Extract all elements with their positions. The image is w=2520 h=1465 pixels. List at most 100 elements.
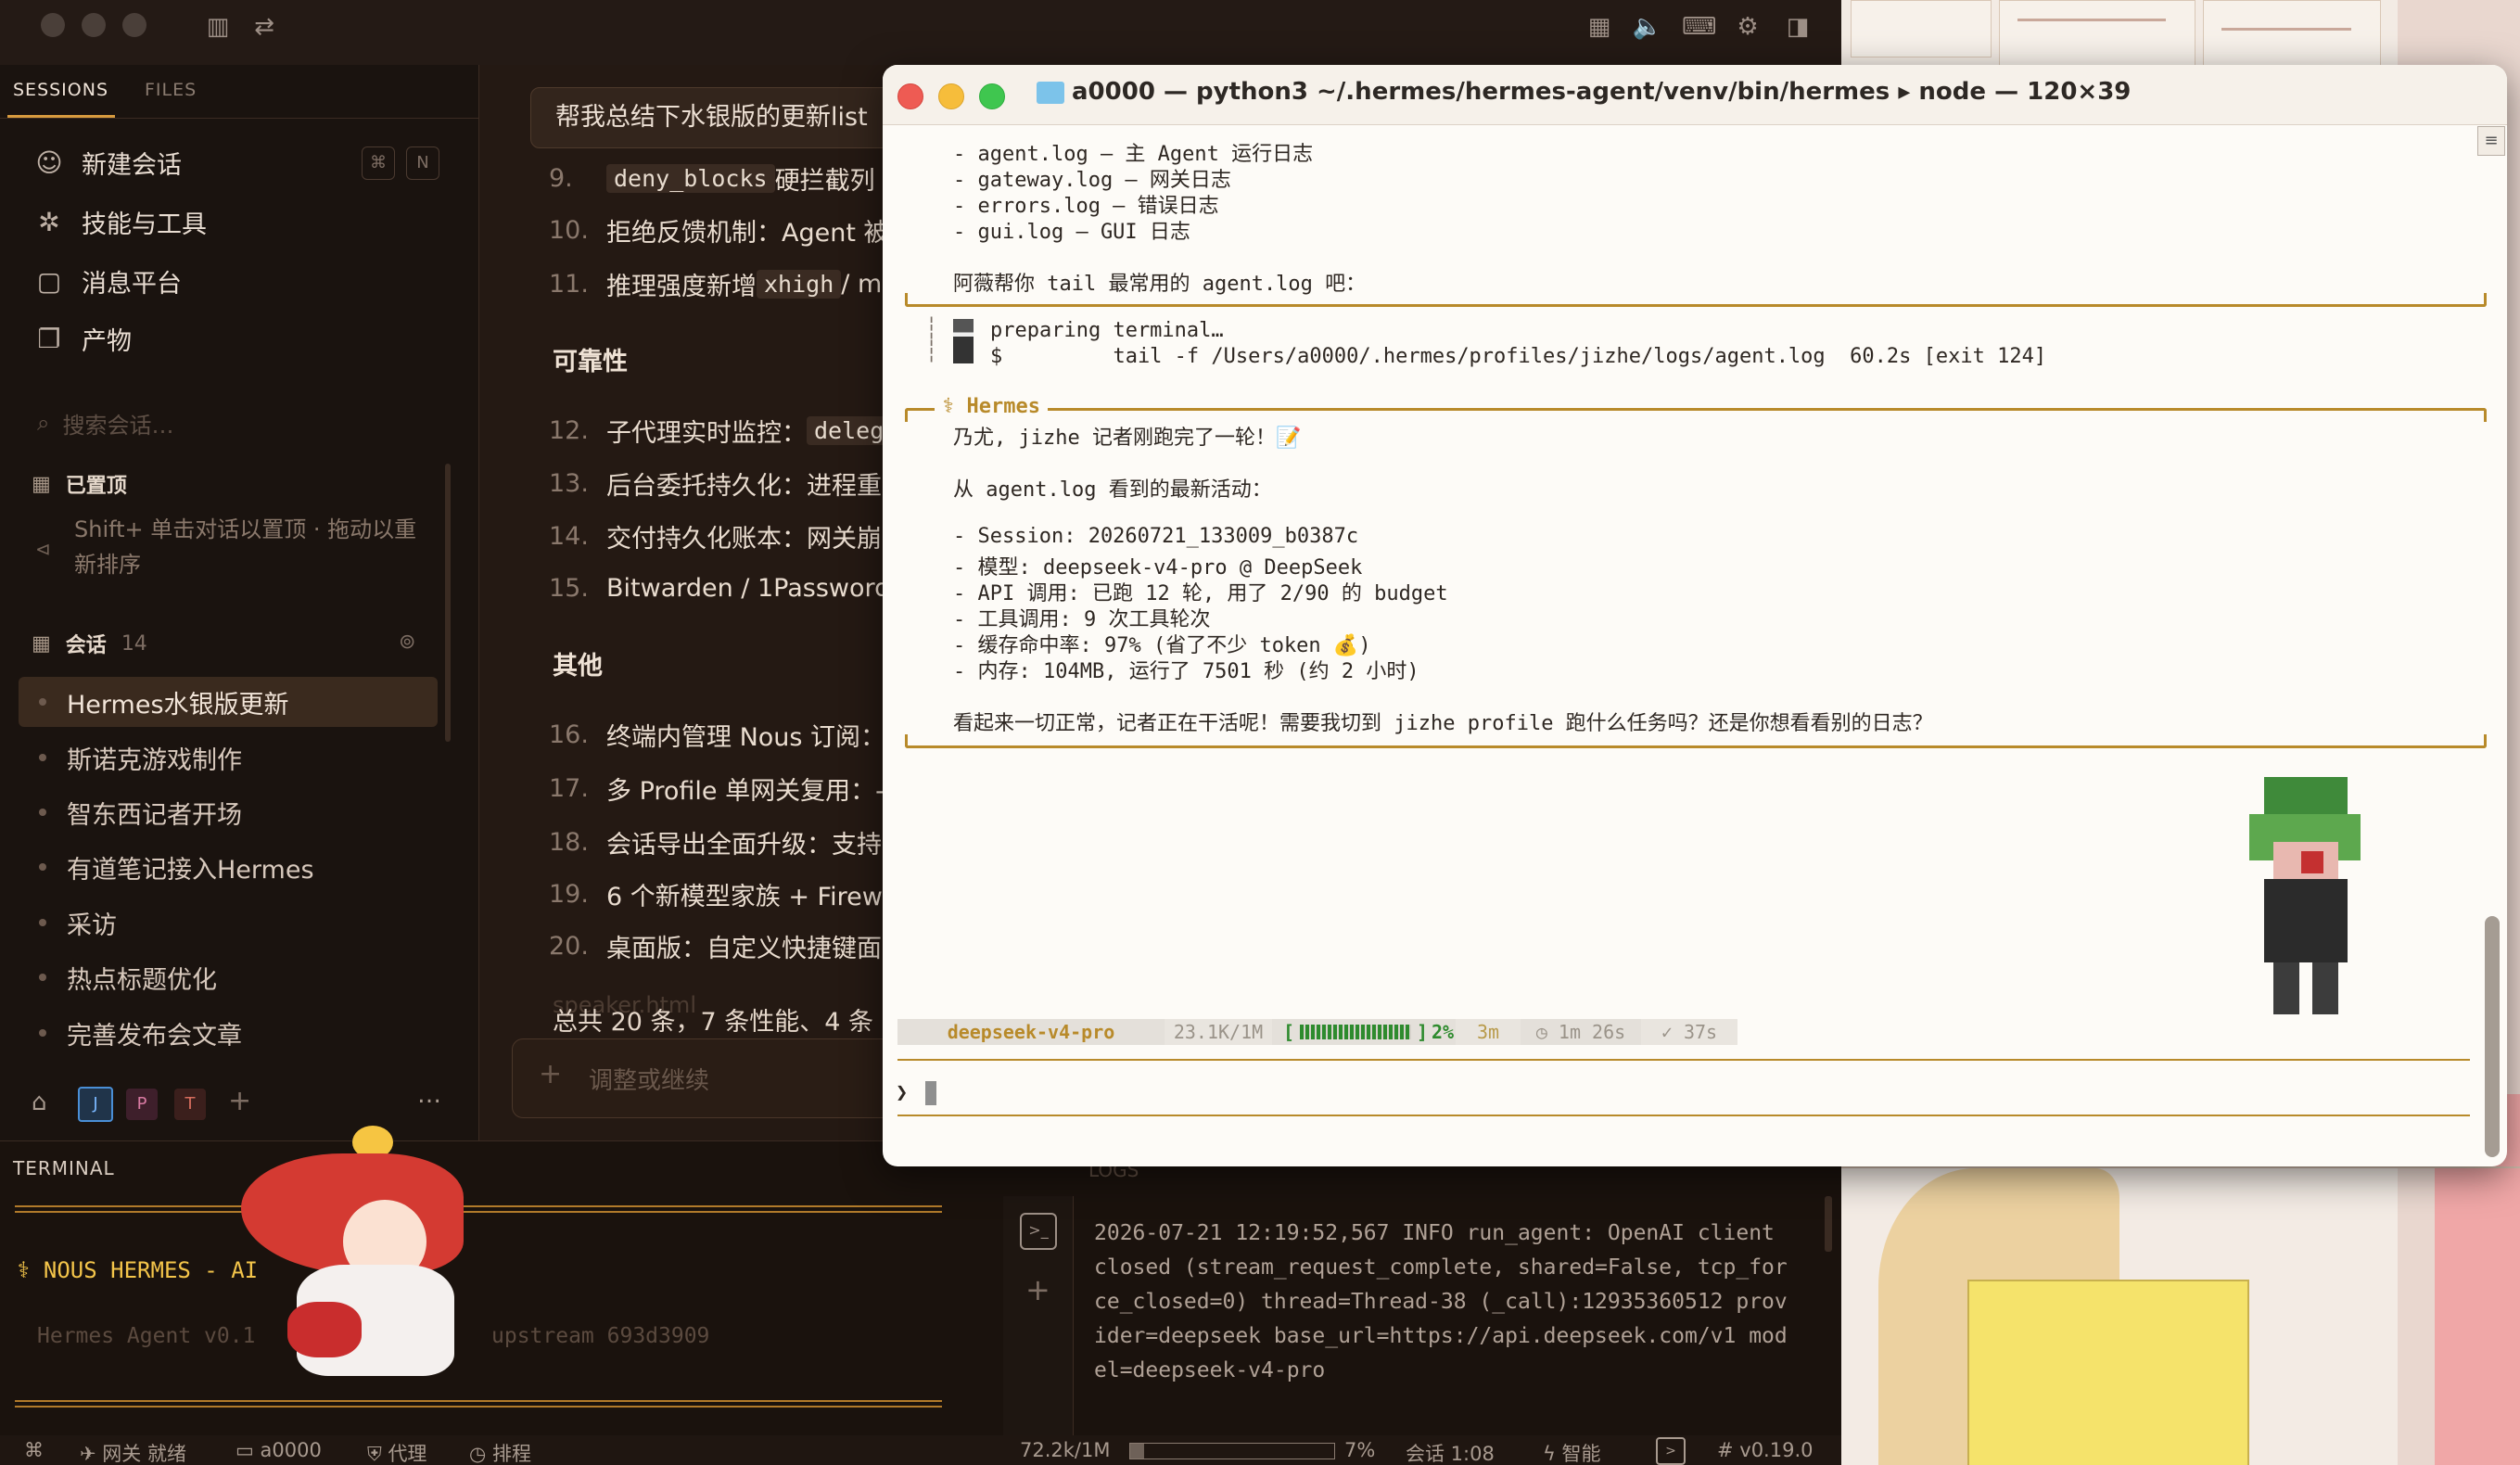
swap-icon[interactable]: ⇄ <box>248 11 280 43</box>
session-item[interactable]: 有道笔记接入Hermes <box>19 842 438 892</box>
session-item[interactable]: 智东西记者开场 <box>19 787 438 837</box>
nav-skills-tools[interactable]: ✲ 技能与工具 <box>33 198 207 245</box>
shortcut-n-key: N <box>406 146 439 180</box>
logs-scrollbar[interactable] <box>1825 1196 1832 1252</box>
profile-t[interactable]: T <box>174 1089 206 1120</box>
elapsed-status: 3m <box>1456 1019 1521 1045</box>
smart-mode[interactable]: ϟ 智能 <box>1543 1439 1601 1465</box>
nav-label: 技能与工具 <box>82 210 207 239</box>
nav-new-session[interactable]: ☺ 新建会话 <box>33 139 182 185</box>
sessions-header: ▦ 会话 14 <box>32 629 147 658</box>
nav-artifacts[interactable]: ❐ 产物 <box>33 315 132 362</box>
term-line: - gui.log — GUI 日志 <box>953 221 1190 244</box>
sidebar-toggle-icon[interactable]: ▥ <box>202 11 234 43</box>
home-icon[interactable]: ⌂ <box>32 1089 47 1116</box>
update-item: 19. 6 个新模型家族 + Firew <box>549 879 883 911</box>
session-item[interactable]: 斯诺克游戏制作 <box>19 732 438 783</box>
add-log-icon[interactable]: + <box>1025 1272 1050 1307</box>
session-item[interactable]: 采访 <box>19 898 438 948</box>
pinned-title: 已置顶 <box>65 475 127 498</box>
folder-status[interactable]: ▭ a0000 <box>235 1439 322 1461</box>
wallpaper-paper <box>1851 0 1992 57</box>
chat-input[interactable]: + 调整或继续 <box>512 1038 903 1118</box>
session-item[interactable]: 热点标题优化 <box>19 952 438 1002</box>
search-input[interactable]: 搜索会话… <box>62 407 173 440</box>
panel-border-bottom <box>905 293 2487 307</box>
session-item[interactable]: 完善发布会文章 <box>19 1008 438 1058</box>
tool-prep-line: preparing terminal… <box>990 319 1224 342</box>
sidebar-scrollbar[interactable] <box>445 464 451 742</box>
terminal-icon[interactable]: >_ <box>1020 1213 1057 1250</box>
update-item: 13. 后台委托持久化：进程重 <box>549 468 882 501</box>
panel-border-top <box>905 408 2487 422</box>
close-button[interactable] <box>897 83 923 109</box>
pinned-hint: Shift+ 单击对话以置顶 · 拖动以重新排序 <box>74 516 417 578</box>
tool-command-line: $ tail -f /Users/a0000/.hermes/profiles/… <box>990 345 2047 368</box>
volume-icon[interactable]: 🔈 <box>1632 11 1663 43</box>
layout-icon[interactable]: ▦ <box>1584 11 1615 43</box>
panel-icon[interactable]: ◨ <box>1782 11 1814 43</box>
tab-sessions[interactable]: SESSIONS <box>13 80 108 100</box>
grid-icon: ▦ <box>32 631 51 656</box>
wallpaper-paper <box>1999 0 2195 67</box>
term-line: 从 agent.log 看到的最新活动： <box>953 478 1272 502</box>
app-titlebar: ▥ ⇄ ▦ 🔈 ⌨ ⚙ ◨ <box>0 0 1841 65</box>
tool-gutter: ┆ ┆ <box>925 317 938 363</box>
term-line: 看起来一切正常，记者正在干活呢！需要我切到 jizhe profile 跑什么任… <box>953 712 1933 735</box>
window-zoom-dot[interactable] <box>122 13 146 37</box>
attach-icon[interactable]: + <box>539 1058 562 1090</box>
more-button[interactable]: … <box>417 1081 441 1109</box>
archive-icon[interactable]: ⊚ <box>399 631 415 654</box>
summary-text: 总共 20 条，7 条性能、4 条 <box>553 1008 874 1037</box>
token-usage: 72.2k/1M <box>1020 1439 1111 1461</box>
logs-toolbar: >_ + <box>1003 1196 1074 1435</box>
terminal-panel-title: TERMINAL <box>13 1157 115 1179</box>
keyboard-icon[interactable]: ⌨ <box>1682 11 1717 43</box>
bolt-icon: ϟ <box>1543 1443 1562 1465</box>
update-item: 12. 子代理实时监控： deleg <box>549 412 892 449</box>
session-item[interactable]: Hermes水银版更新 <box>19 677 438 727</box>
shield-icon: ⛨ <box>367 1443 388 1465</box>
terminal-toggle-icon[interactable]: > <box>1656 1437 1686 1465</box>
terminal-upstream: upstream 693d3909 <box>491 1324 710 1348</box>
terminal-tool-icon <box>953 319 974 363</box>
wallpaper-yellow-note <box>1967 1280 2249 1465</box>
terminal-scrollbar[interactable] <box>2485 916 2500 1157</box>
terminal-cursor[interactable] <box>925 1081 936 1105</box>
update-item: 10. 拒绝反馈机制：Agent 被 <box>549 215 889 248</box>
sessions-title: 会话 <box>65 634 107 657</box>
update-item: 14. 交付持久化账本：网关崩 <box>549 521 882 554</box>
chat-input-placeholder: 调整或继续 <box>589 1067 710 1095</box>
gateway-status[interactable]: ✈ 网关 就绪 <box>80 1439 186 1465</box>
session-search[interactable]: ⌕ 搜索会话… <box>37 404 436 441</box>
prompt-symbol: ❯ <box>896 1081 909 1104</box>
prompt-rule <box>897 1059 2470 1061</box>
command-icon[interactable]: ⌘ <box>24 1439 44 1461</box>
session-timer: 会话 1:08 <box>1406 1443 1495 1465</box>
minimize-button[interactable] <box>938 83 964 109</box>
mascot-image <box>223 1126 491 1404</box>
zoom-button[interactable] <box>979 83 1005 109</box>
terminal-titlebar: a0000 — python3 ~/.hermes/hermes-agent/v… <box>883 65 2507 125</box>
window-minimize-dot[interactable] <box>82 13 106 37</box>
nav-messaging[interactable]: ▢ 消息平台 <box>33 258 182 304</box>
timer-status: ◷ 1m 26s <box>1521 1019 1641 1045</box>
grid-icon: ▦ <box>32 472 51 496</box>
section-other: 其他 <box>553 652 603 681</box>
panel-border-bottom <box>905 734 2487 748</box>
pinned-header: ▦ 已置顶 <box>32 469 127 499</box>
file-icon: ❐ <box>37 323 61 354</box>
tab-files[interactable]: FILES <box>145 80 197 100</box>
proxy-status[interactable]: ⛨ 代理 <box>367 1439 426 1465</box>
window-close-dot[interactable] <box>41 13 65 37</box>
profile-j[interactable]: J <box>78 1087 113 1122</box>
gear-icon[interactable]: ⚙ <box>1732 11 1763 43</box>
context-status: 23.1K/1M <box>1165 1019 1272 1045</box>
profile-p[interactable]: P <box>126 1089 158 1120</box>
terminal-menu-icon[interactable]: ≡ <box>2477 126 2505 156</box>
update-item: 9. deny_blocks 硬拦截列 <box>549 163 875 196</box>
schedule-status[interactable]: ◷ 排程 <box>469 1439 531 1465</box>
context-bar: [ ] 2% <box>1272 1019 1456 1045</box>
add-profile-icon[interactable]: + <box>228 1085 251 1117</box>
token-progress-bar <box>1129 1443 1335 1459</box>
